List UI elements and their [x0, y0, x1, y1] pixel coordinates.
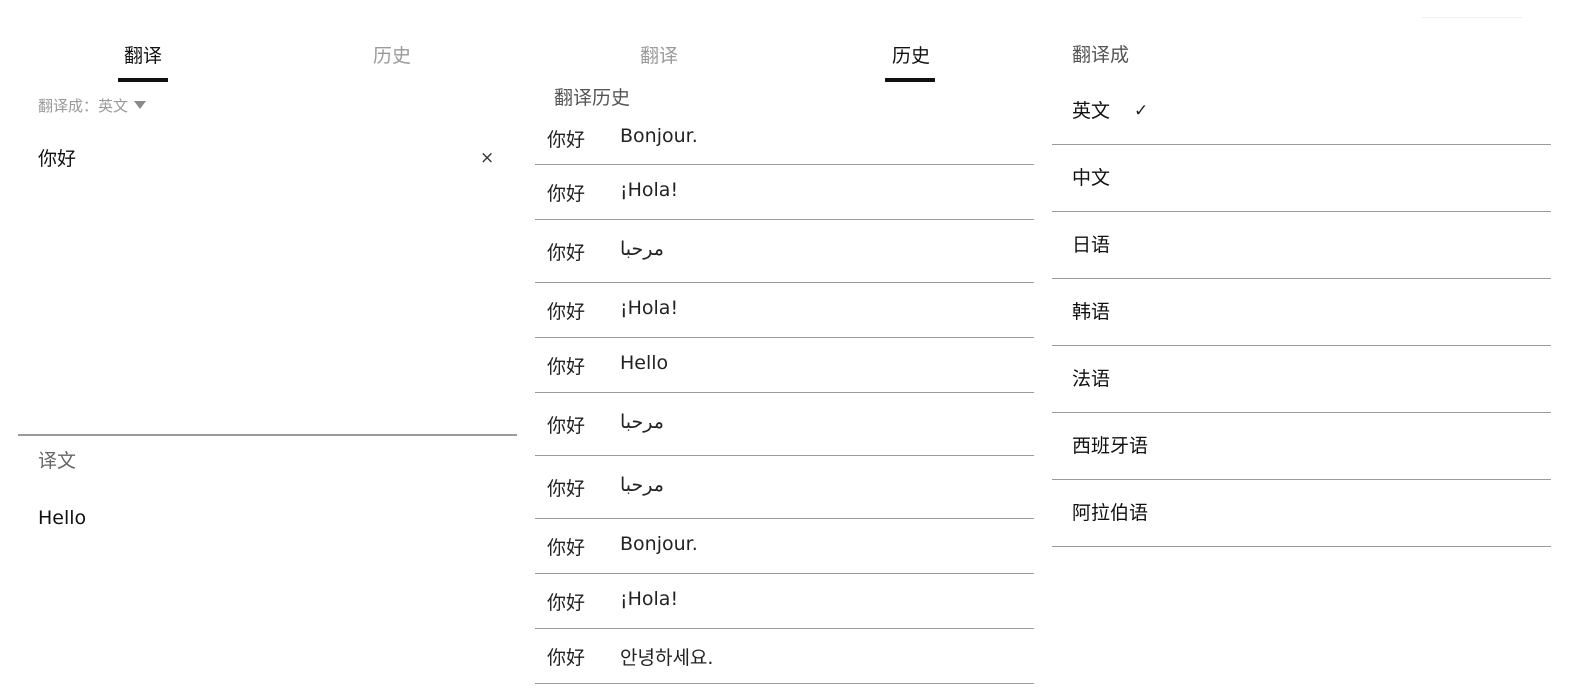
target-language-label: 翻译成：英文 [38, 97, 129, 115]
language-panel-title: 翻译成 [1072, 44, 1130, 66]
language-option-label: 西班牙语 [1072, 435, 1149, 457]
history-item-translation: ¡Hola! [620, 179, 679, 201]
tab-history[interactable]: 历史 [892, 42, 930, 70]
history-item-translation: ¡Hola! [620, 297, 679, 319]
language-option-label: 中文 [1072, 167, 1111, 189]
language-option-label: 英文 [1072, 100, 1111, 122]
history-item[interactable]: 你好 ¡Hola! [535, 574, 1034, 629]
history-item-source: 你好 [547, 242, 586, 264]
language-option[interactable]: 韩语 [1052, 279, 1551, 346]
tab-active-indicator [118, 78, 168, 82]
history-item-source: 你好 [547, 478, 586, 500]
check-icon: ✓ [1134, 101, 1149, 121]
history-item[interactable]: 你好 Bonjour. [535, 112, 1034, 165]
source-text-input[interactable]: 你好 [38, 146, 458, 172]
result-text: Hello [38, 507, 87, 529]
history-item[interactable]: 你好 مرحبا [535, 393, 1034, 456]
language-option-label: 阿拉伯语 [1072, 502, 1149, 524]
language-option[interactable]: 法语 [1052, 346, 1551, 413]
history-item[interactable]: 你好 Bonjour. [535, 519, 1034, 574]
language-panel: 翻译成 英文 ✓ 中文日语韩语法语西班牙语阿拉伯语 [1040, 0, 1571, 697]
language-option[interactable]: 阿拉伯语 [1052, 480, 1551, 547]
translate-panel: 翻译 历史 翻译成：英文 你好 × 译文 Hello [0, 0, 520, 697]
history-item-source: 你好 [547, 537, 586, 559]
tab-translate[interactable]: 翻译 [124, 42, 162, 70]
result-label: 译文 [38, 450, 77, 472]
history-item-translation: Bonjour. [620, 533, 698, 555]
language-option[interactable]: 英文 ✓ [1052, 78, 1551, 145]
language-option[interactable]: 日语 [1052, 212, 1551, 279]
tab-history[interactable]: 历史 [373, 42, 411, 70]
tab-translate[interactable]: 翻译 [640, 42, 678, 70]
history-item-translation: 안녕하세요. [620, 647, 714, 669]
history-item-source: 你好 [547, 415, 586, 437]
history-item-translation: مرحبا [620, 238, 664, 260]
history-item[interactable]: 你好 مرحبا [535, 220, 1034, 283]
tab-active-indicator [885, 78, 935, 82]
language-list: 英文 ✓ 中文日语韩语法语西班牙语阿拉伯语 [1052, 78, 1551, 547]
history-item-translation: ¡Hola! [620, 588, 679, 610]
language-option-label: 法语 [1072, 368, 1111, 390]
history-item-translation: Hello [620, 352, 669, 374]
history-item[interactable]: 你好 ¡Hola! [535, 165, 1034, 220]
history-item-source: 你好 [547, 356, 586, 378]
language-option[interactable]: 中文 [1052, 145, 1551, 212]
history-item-translation: مرحبا [620, 411, 664, 433]
caret-down-icon [134, 101, 147, 109]
history-item-source: 你好 [547, 592, 586, 614]
history-item-translation: Bonjour. [620, 125, 698, 147]
history-item[interactable]: 你好 Hello [535, 338, 1034, 393]
divider [18, 434, 517, 436]
history-item-source: 你好 [547, 183, 586, 205]
target-language-picker[interactable]: 翻译成：英文 [38, 95, 147, 117]
language-option-label: 日语 [1072, 234, 1111, 256]
history-list: 你好 Bonjour. 你好 ¡Hola! 你好 مرحبا 你好 ¡Hola! 你好 Hello… [535, 112, 1034, 684]
language-option[interactable]: 西班牙语 [1052, 413, 1551, 480]
history-title: 翻译历史 [554, 87, 631, 109]
history-item[interactable]: 你好 مرحبا [535, 456, 1034, 519]
history-panel: 翻译 历史 翻译历史 你好 Bonjour. 你好 ¡Hola! 你好 مرحبا 你好 ¡H… [520, 0, 1040, 697]
history-item-source: 你好 [547, 647, 586, 669]
history-item-source: 你好 [547, 129, 586, 151]
history-item-translation: مرحبا [620, 474, 664, 496]
clear-icon[interactable]: × [480, 146, 494, 170]
history-item-source: 你好 [547, 301, 586, 323]
history-item[interactable]: 你好 안녕하세요. [535, 629, 1034, 684]
decorative-line [1422, 17, 1522, 18]
language-option-label: 韩语 [1072, 301, 1111, 323]
history-item[interactable]: 你好 ¡Hola! [535, 283, 1034, 338]
